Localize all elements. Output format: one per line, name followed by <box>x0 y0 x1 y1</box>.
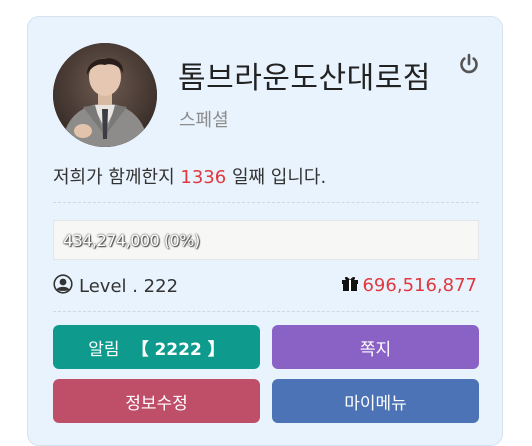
memo-label: 쪽지 <box>359 339 392 360</box>
alarm-button[interactable]: 알림 【 2222 】 <box>53 325 260 369</box>
memo-button[interactable]: 쪽지 <box>272 325 479 369</box>
progress-bar: 434,274,000 (0%) <box>53 220 479 260</box>
level-text: Level . 222 <box>79 276 179 297</box>
level-info: Level . 222 <box>53 274 178 299</box>
member-grade: 스페셜 <box>179 110 229 131</box>
shop-name: 톰브라운도산대로점 <box>178 61 431 96</box>
profile-card: 톰브라운도산대로점 스페셜 저희가 함께한지 1336 일째 입니다. 434,… <box>27 16 503 446</box>
progress-text: 434,274,000 (0%) <box>63 231 200 250</box>
edit-profile-button[interactable]: 정보수정 <box>53 379 260 423</box>
days-suffix: 일째 입니다. <box>231 167 327 188</box>
points-info: 696,516,877 <box>341 274 477 297</box>
points-value: 696,516,877 <box>362 275 477 296</box>
days-prefix: 저희가 함께한지 <box>53 167 175 188</box>
alarm-label: 알림 <box>88 339 120 360</box>
edit-label: 정보수정 <box>125 393 188 414</box>
divider <box>53 202 479 203</box>
alarm-count: 【 2222 】 <box>131 339 225 360</box>
avatar <box>53 43 157 147</box>
menu-label: 마이메뉴 <box>344 393 407 414</box>
power-icon[interactable] <box>458 53 480 75</box>
gift-icon <box>341 274 362 297</box>
user-circle-icon <box>53 274 79 299</box>
days-count: 1336 <box>180 167 227 188</box>
my-menu-button[interactable]: 마이메뉴 <box>272 379 479 423</box>
divider <box>53 311 479 312</box>
membership-days: 저희가 함께한지 1336 일째 입니다. <box>53 163 326 189</box>
